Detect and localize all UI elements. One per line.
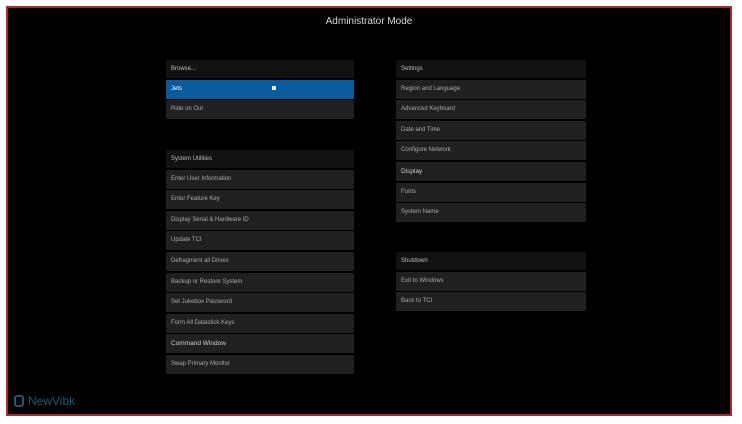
settings-header: Settings: [396, 60, 586, 78]
brand-logo: NewVibk: [14, 394, 75, 408]
browse-header: Browse...: [166, 60, 354, 78]
brand-logo-text: NewVibk: [28, 394, 76, 408]
form-datastick-keys-item[interactable]: Form All Datastick Keys: [166, 313, 354, 333]
shutdown-panel: Shutdown Exit to Windows Back to TCI: [396, 252, 586, 312]
mouse-cursor-icon: [272, 86, 276, 90]
system-name-item[interactable]: System Name: [396, 203, 586, 223]
enter-feature-key-item[interactable]: Enter Feature Key: [166, 190, 354, 210]
swap-primary-monitor-item[interactable]: Swap Primary Monitor: [166, 354, 354, 374]
system-utilities-header: System Utilities: [166, 150, 354, 168]
browse-item-ride-on-out[interactable]: Ride on Out: [166, 100, 354, 120]
set-jukebox-password-item[interactable]: Set Jukebox Password: [166, 293, 354, 313]
exit-to-windows-item[interactable]: Exit to Windows: [396, 271, 586, 291]
enter-user-information-item[interactable]: Enter User Information: [166, 169, 354, 189]
browse-panel: Browse... Jets Ride on Out: [166, 60, 354, 120]
brand-logo-icon: [14, 395, 24, 407]
shutdown-header: Shutdown: [396, 252, 586, 270]
backup-restore-system-item[interactable]: Backup or Restore System: [166, 272, 354, 292]
display-serial-hardware-id-item[interactable]: Display Serial & Hardware ID: [166, 210, 354, 230]
settings-panel: Settings Region and Language Advanced Ke…: [396, 60, 586, 223]
defragment-drives-item[interactable]: Defragment all Drives: [166, 251, 354, 271]
update-tci-item[interactable]: Update TCI: [166, 231, 354, 251]
window-title: Administrator Mode: [325, 16, 413, 27]
advanced-keyboard-item[interactable]: Advanced Keyboard: [396, 100, 586, 120]
system-utilities-panel: System Utilities Enter User Information …: [166, 150, 354, 374]
back-to-tci-item[interactable]: Back to TCI: [396, 292, 586, 312]
fonts-item[interactable]: Fonts: [396, 182, 586, 202]
configure-network-item[interactable]: Configure Network: [396, 141, 586, 161]
admin-window: Administrator Mode Browse... Jets Ride o…: [6, 6, 732, 416]
display-item[interactable]: Display: [396, 161, 586, 181]
region-language-item[interactable]: Region and Language: [396, 79, 586, 99]
command-window-item[interactable]: Command Window: [166, 334, 354, 354]
browse-item-jets[interactable]: Jets: [166, 79, 354, 99]
date-time-item[interactable]: Date and Time: [396, 120, 586, 140]
